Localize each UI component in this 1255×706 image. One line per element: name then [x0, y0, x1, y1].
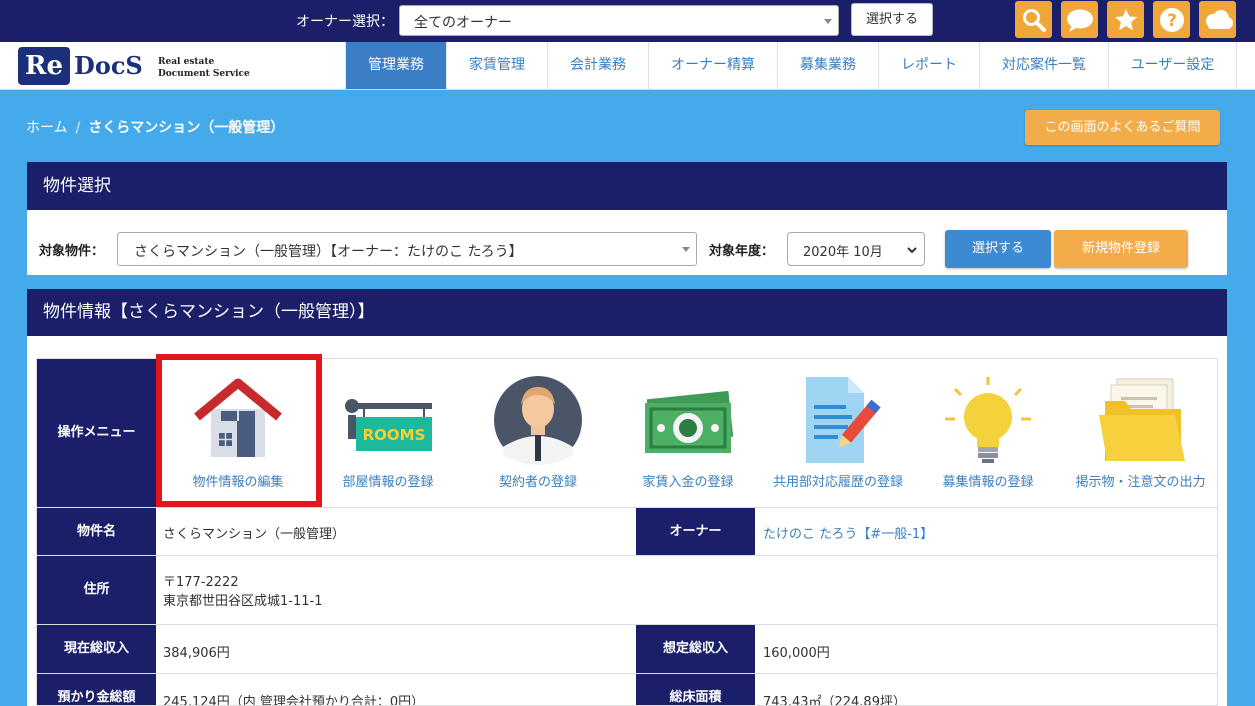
- menu-register-rooms[interactable]: ROOMS 部屋情報の登録: [314, 359, 462, 507]
- deposit-label: 預かり金総額: [37, 674, 156, 705]
- top-bar: オーナー選択： 全てのオーナー 選択する ?: [0, 0, 1255, 42]
- breadcrumb-home[interactable]: ホーム: [26, 120, 68, 136]
- svg-text:?: ?: [1167, 11, 1177, 31]
- property-select-header: 物件選択: [27, 162, 1227, 210]
- cloud-icon[interactable]: [1199, 1, 1236, 38]
- logo-mark: Re: [18, 47, 70, 85]
- menu-register-rooms-label: 部屋情報の登録: [342, 475, 434, 490]
- owner-label: オーナー: [636, 508, 755, 555]
- floor-area-value: 743.43㎡（224.89坪）: [763, 695, 906, 706]
- menu-register-recruitment[interactable]: 募集情報の登録: [914, 359, 1062, 507]
- chevron-down-icon: [824, 19, 832, 24]
- menu-register-rent-payment-label: 家賃入金の登録: [642, 475, 734, 490]
- nav-item-management[interactable]: 管理業務: [345, 42, 446, 89]
- row-divider: [37, 673, 1217, 674]
- menu-output-notices[interactable]: 掲示物・注意文の出力: [1062, 359, 1217, 507]
- target-property-select[interactable]: さくらマンション（一般管理）【オーナー：たけのこ たろう】: [117, 232, 697, 266]
- menu-register-recruitment-label: 募集情報の登録: [942, 475, 1034, 490]
- nav-item-cases[interactable]: 対応案件一覧: [979, 42, 1108, 89]
- search-icon[interactable]: [1015, 1, 1052, 38]
- target-property-value: さくらマンション（一般管理）【オーナー：たけのこ たろう】: [134, 244, 523, 260]
- current-income-label: 現在総収入: [37, 625, 156, 673]
- menu-register-common-area-history[interactable]: 共用部対応履歴の登録: [762, 359, 914, 507]
- main-nav: Re DocS Real estate Document Service 管理業…: [0, 42, 1255, 90]
- nav-item-recruitment[interactable]: 募集業務: [777, 42, 878, 89]
- property-select-title: 物件選択: [43, 176, 111, 196]
- address-zip: 〒177-2222: [163, 575, 239, 590]
- nav-item-report[interactable]: レポート: [878, 42, 979, 89]
- document-pen-icon: [806, 377, 881, 463]
- operation-menu-label: 操作メニュー: [37, 359, 156, 507]
- row-divider: [37, 624, 1217, 625]
- floor-area-label: 総床面積: [636, 674, 755, 705]
- logo-text: DocS: [74, 51, 143, 80]
- folder-icon: [1098, 378, 1185, 461]
- lightbulb-icon: [945, 377, 1031, 463]
- deposit-value: 245,124円（内 管理会社預かり合計：0円）: [163, 695, 425, 706]
- star-icon[interactable]: [1107, 1, 1144, 38]
- nav-item-owner-settlement[interactable]: オーナー精算: [648, 42, 777, 89]
- address-value: 〒177-2222 東京都世田谷区成城1-11-1: [163, 573, 322, 611]
- current-income-value: 384,906円: [163, 646, 230, 661]
- property-info-title: 物件情報【さくらマンション（一般管理）】: [43, 302, 375, 322]
- target-year-select[interactable]: 2020年 10月: [787, 232, 925, 266]
- logo-subtitle: Real estate Document Service: [158, 57, 250, 79]
- target-year-value: 2020年 10月: [803, 245, 883, 260]
- row-divider: [37, 555, 1217, 556]
- menu-output-notices-label: 掲示物・注意文の出力: [1075, 475, 1206, 490]
- menu-register-common-area-history-label: 共用部対応履歴の登録: [772, 475, 903, 490]
- target-property-label: 対象物件：: [39, 244, 105, 259]
- select-property-button[interactable]: 選択する: [945, 230, 1051, 268]
- owner-select-label: オーナー選択：: [296, 14, 394, 30]
- owner-select-value: 全てのオーナー: [414, 15, 512, 31]
- property-select-body: 対象物件： さくらマンション（一般管理）【オーナー：たけのこ たろう】 対象年度…: [27, 210, 1227, 275]
- row-divider: [37, 507, 1217, 508]
- breadcrumb-current: さくらマンション（一般管理）: [88, 120, 285, 136]
- help-icon[interactable]: ?: [1153, 1, 1190, 38]
- nav-item-user-settings[interactable]: ユーザー設定: [1108, 42, 1237, 89]
- owner-select[interactable]: 全てのオーナー: [399, 5, 839, 36]
- menu-register-tenant-label: 契約者の登録: [498, 475, 577, 490]
- expected-income-label: 想定総収入: [636, 625, 755, 673]
- menu-register-tenant[interactable]: 契約者の登録: [462, 359, 614, 507]
- chevron-down-icon: [682, 247, 690, 252]
- menu-register-rent-payment[interactable]: 家賃入金の登録: [614, 359, 762, 507]
- owner-link[interactable]: たけのこ たろう【#一般-1】: [763, 523, 933, 542]
- logo[interactable]: Re DocS Real estate Document Service: [18, 47, 258, 85]
- expected-income-value: 160,000円: [763, 646, 830, 661]
- breadcrumb: ホーム / さくらマンション（一般管理）: [26, 117, 284, 137]
- property-name-value: さくらマンション（一般管理）: [163, 527, 346, 542]
- highlight-box: [156, 354, 322, 507]
- property-name-label: 物件名: [37, 508, 156, 555]
- new-property-button[interactable]: 新規物件登録: [1054, 230, 1188, 268]
- chat-icon[interactable]: [1061, 1, 1098, 38]
- address-label: 住所: [37, 556, 156, 624]
- nav-item-accounting[interactable]: 会計業務: [547, 42, 648, 89]
- owner-select-button[interactable]: 選択する: [851, 3, 933, 36]
- person-icon: [494, 376, 582, 465]
- chevron-down-icon: [907, 247, 917, 254]
- target-year-label: 対象年度：: [709, 244, 775, 259]
- address-line: 東京都世田谷区成城1-11-1: [163, 594, 323, 609]
- money-icon: [645, 390, 734, 453]
- faq-button[interactable]: この画面のよくあるご質問: [1025, 110, 1220, 145]
- svg-text:ROOMS: ROOMS: [363, 426, 426, 444]
- breadcrumb-separator: /: [75, 120, 81, 136]
- property-info-header: 物件情報【さくらマンション（一般管理）】: [27, 289, 1227, 336]
- nav-item-rent[interactable]: 家賃管理: [446, 42, 547, 89]
- rooms-sign-icon: ROOMS: [345, 399, 432, 451]
